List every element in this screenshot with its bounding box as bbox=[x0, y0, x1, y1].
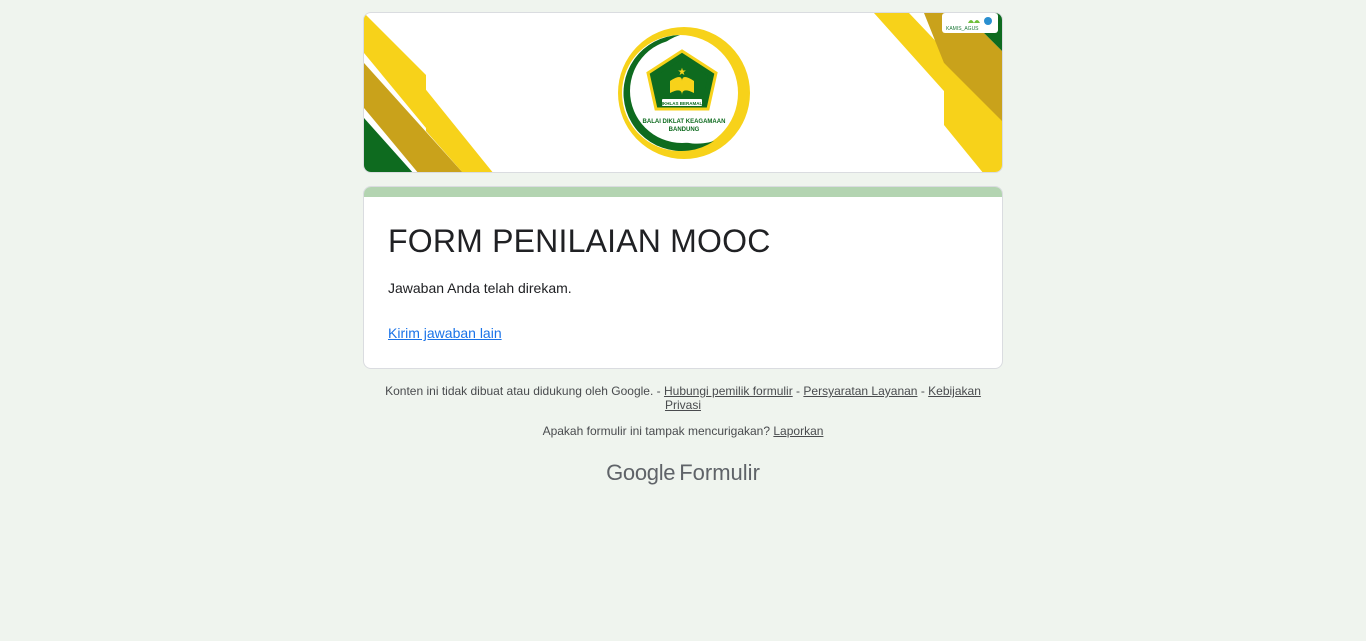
terms-link[interactable]: Persyaratan Layanan bbox=[803, 384, 917, 398]
google-wordmark: Google bbox=[606, 460, 676, 485]
corner-badge-text: KAMIS_AGUS bbox=[946, 26, 979, 32]
footer-report-line: Apakah formulir ini tampak mencurigakan?… bbox=[363, 424, 1003, 438]
ministry-logo: ★ IKHLAS BERAMAL BALAI DIKLAT KEAGAMAAN … bbox=[618, 27, 750, 159]
logo-caption-line1: BALAI DIKLAT KEAGAMAAN bbox=[643, 119, 726, 125]
banner-artwork: KAMIS_AGUS ★ IKHLAS BERAMAL BALAI DIKLAT… bbox=[364, 13, 1002, 172]
footer: Konten ini tidak dibuat atau didukung ol… bbox=[363, 384, 1003, 438]
footer-disclaimer-line: Konten ini tidak dibuat atau didukung ol… bbox=[383, 384, 983, 412]
forms-wordmark: Formulir bbox=[679, 460, 760, 485]
confirmation-card: FORM PENILAIAN MOOC Jawaban Anda telah d… bbox=[363, 186, 1003, 369]
logo-caption-line2: BANDUNG bbox=[669, 127, 700, 133]
contact-owner-link[interactable]: Hubungi pemilik formulir bbox=[664, 384, 793, 398]
card-accent-bar bbox=[364, 187, 1002, 197]
header-banner: KAMIS_AGUS ★ IKHLAS BERAMAL BALAI DIKLAT… bbox=[363, 12, 1003, 173]
footer-separator: - bbox=[796, 384, 801, 398]
form-container: KAMIS_AGUS ★ IKHLAS BERAMAL BALAI DIKLAT… bbox=[363, 12, 1003, 485]
logo-ribbon-text: IKHLAS BERAMAL bbox=[662, 101, 703, 106]
svg-text:★: ★ bbox=[678, 67, 687, 78]
google-forms-brand[interactable]: Google Formulir bbox=[363, 460, 1003, 486]
report-link[interactable]: Laporkan bbox=[773, 424, 823, 438]
form-title: FORM PENILAIAN MOOC bbox=[388, 223, 771, 259]
suspicious-question: Apakah formulir ini tampak mencurigakan? bbox=[542, 424, 771, 438]
submit-another-response-link[interactable]: Kirim jawaban lain bbox=[388, 325, 502, 341]
confirmation-message: Jawaban Anda telah direkam. bbox=[388, 280, 572, 296]
footer-separator: - bbox=[920, 384, 925, 398]
footer-disclaimer: Konten ini tidak dibuat atau didukung ol… bbox=[385, 384, 661, 398]
